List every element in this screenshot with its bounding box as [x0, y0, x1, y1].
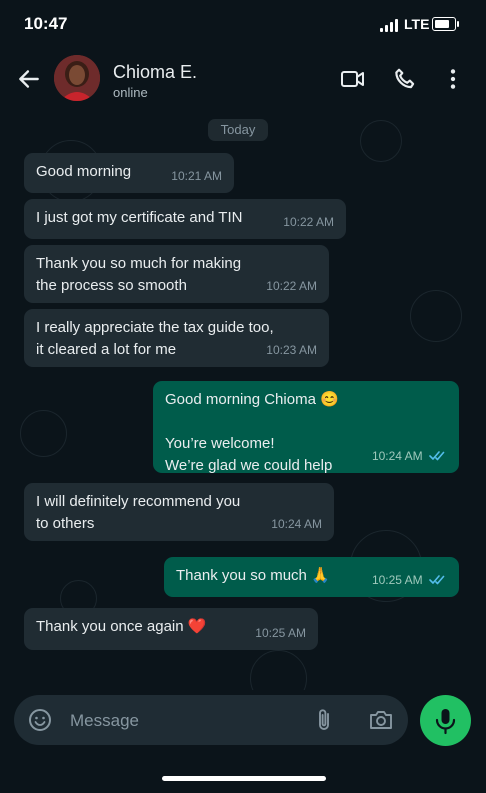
message-bubble-incoming[interactable]: I just got my certificate and TIN 10:22 … [24, 199, 346, 239]
message-time: 10:24 AM [371, 449, 423, 463]
microphone-icon [435, 709, 456, 735]
message-input[interactable] [68, 695, 292, 747]
message-time: 10:23 AM [266, 343, 317, 357]
attach-icon[interactable] [312, 707, 336, 733]
battery-icon [432, 17, 459, 31]
message-time: 10:22 AM [283, 215, 334, 229]
avatar[interactable] [54, 55, 100, 101]
message-text: Good morning Chioma 😊 You’re welcome! We… [165, 391, 339, 474]
network-type: LTE [404, 16, 430, 32]
message-text: Thank you so much 🙏 [176, 567, 330, 584]
video-call-icon[interactable] [340, 66, 366, 92]
read-receipt-icon [429, 575, 445, 585]
message-bubble-outgoing[interactable]: Thank you so much 🙏 10:25 AM [164, 557, 459, 597]
status-bar: 10:47 LTE [0, 0, 486, 50]
message-bubble-incoming[interactable]: Thank you once again ❤️ 10:25 AM [24, 608, 318, 650]
message-time: 10:21 AM [171, 169, 222, 183]
message-text: I just got my certificate and TIN [36, 209, 243, 226]
message-text: Good morning [36, 163, 132, 180]
message-time: 10:22 AM [266, 279, 317, 293]
back-arrow-icon[interactable] [16, 66, 42, 92]
home-indicator[interactable] [162, 776, 326, 781]
camera-icon[interactable] [368, 708, 394, 732]
message-time: 10:25 AM [371, 573, 423, 587]
microphone-button[interactable] [420, 695, 471, 746]
message-text: Thank you once again ❤️ [36, 618, 207, 635]
contact-status: online [113, 85, 148, 100]
message-text: Thank you so much for making the process… [36, 255, 242, 294]
chat-header: Chioma E. online [0, 50, 486, 110]
status-time: 10:47 [24, 14, 68, 33]
more-options-icon[interactable] [440, 66, 466, 92]
message-bubble-incoming[interactable]: I will definitely recommend you to other… [24, 483, 334, 541]
message-bubble-outgoing[interactable]: Good morning Chioma 😊 You’re welcome! We… [153, 381, 459, 474]
message-time: 10:24 AM [271, 517, 322, 531]
emoji-icon[interactable] [28, 708, 52, 732]
voice-call-icon[interactable] [392, 66, 418, 92]
message-composer [14, 695, 408, 747]
message-bubble-incoming[interactable]: I really appreciate the tax guide too, i… [24, 309, 329, 367]
date-chip: Today [208, 119, 268, 141]
signal-icon [380, 19, 400, 32]
message-time: 10:25 AM [255, 626, 306, 640]
message-text: I really appreciate the tax guide too, i… [36, 319, 274, 358]
contact-name[interactable]: Chioma E. [113, 62, 197, 83]
message-meta: 10:25 AM [372, 569, 447, 591]
message-text: I will definitely recommend you to other… [36, 493, 241, 532]
message-bubble-incoming[interactable]: Thank you so much for making the process… [24, 245, 329, 303]
message-bubble-incoming[interactable]: Good morning 10:21 AM [24, 153, 234, 193]
message-meta: 10:24 AM [372, 445, 447, 467]
read-receipt-icon [429, 451, 445, 461]
